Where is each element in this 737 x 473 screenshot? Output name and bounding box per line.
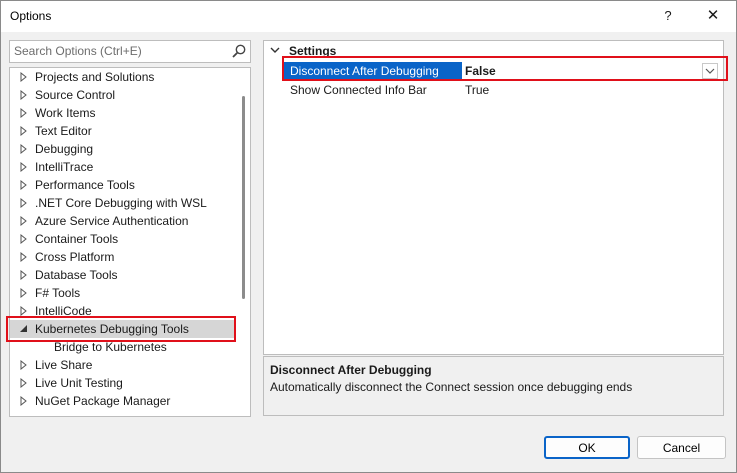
search-icon[interactable] xyxy=(231,43,247,59)
tree-item[interactable]: Database Tools xyxy=(10,266,236,284)
collapsed-triangle-icon[interactable] xyxy=(19,252,29,262)
property-grid: Settings Disconnect After Debugging Fals… xyxy=(263,40,724,355)
tree-item[interactable]: Source Control xyxy=(10,86,236,104)
tree-item-label: Text Editor xyxy=(35,124,92,138)
tree-item[interactable]: Performance Tools xyxy=(10,176,236,194)
collapsed-triangle-icon[interactable] xyxy=(19,288,29,298)
window-title: Options xyxy=(10,9,52,23)
tree-item-label: IntelliTrace xyxy=(35,160,94,174)
highlight-box-setting xyxy=(282,56,728,81)
collapsed-triangle-icon[interactable] xyxy=(19,234,29,244)
tree-item[interactable]: Debugging xyxy=(10,140,236,158)
search-input[interactable] xyxy=(10,41,224,60)
collapsed-triangle-icon[interactable] xyxy=(19,90,29,100)
tree-item[interactable]: Azure Service Authentication xyxy=(10,212,236,230)
title-bar: Options ? ✕ xyxy=(1,1,736,32)
tree-scrollbar[interactable] xyxy=(239,68,249,414)
tree-item[interactable]: IntelliTrace xyxy=(10,158,236,176)
tree-item[interactable]: Live Unit Testing xyxy=(10,374,236,392)
collapsed-triangle-icon[interactable] xyxy=(19,216,29,226)
options-tree: NuGet Package Manager Live Unit Testing Li… xyxy=(9,67,251,417)
description-title: Disconnect After Debugging xyxy=(270,363,432,377)
property-row-infobar[interactable]: Show Connected Info Bar True xyxy=(284,81,722,99)
tree-item[interactable]: Live Share xyxy=(10,356,236,374)
collapsed-triangle-icon[interactable] xyxy=(19,180,29,190)
collapse-chevron-icon[interactable] xyxy=(269,45,281,55)
tree-item-label: Container Tools xyxy=(35,232,119,246)
property-value[interactable]: True xyxy=(465,81,722,99)
close-button[interactable]: ✕ xyxy=(700,5,726,27)
tree-item-label: NuGet Package Manager xyxy=(35,394,171,408)
tree-item-label: .NET Core Debugging with WSL xyxy=(35,196,207,210)
ok-button[interactable]: OK xyxy=(544,436,630,459)
tree-item[interactable]: NuGet Package Manager xyxy=(10,392,236,410)
tree-item-label: Bridge to Kubernetes xyxy=(54,340,167,354)
tree-item-label: Projects and Solutions xyxy=(35,70,155,84)
tree-item-label: Cross Platform xyxy=(35,250,115,264)
tree-item[interactable]: Cross Platform xyxy=(10,248,236,266)
collapsed-triangle-icon[interactable] xyxy=(19,126,29,136)
tree-item[interactable]: F# Tools xyxy=(10,284,236,302)
tree-item-label: Database Tools xyxy=(35,268,118,282)
collapsed-triangle-icon[interactable] xyxy=(19,270,29,280)
collapsed-triangle-icon[interactable] xyxy=(19,72,29,82)
description-text: Automatically disconnect the Connect ses… xyxy=(270,380,633,394)
options-dialog: Options ? ✕ NuGet Package Manager Live Un… xyxy=(0,0,737,473)
help-button[interactable]: ? xyxy=(656,5,680,27)
tree-item-label: Performance Tools xyxy=(35,178,135,192)
tree-item-label: Source Control xyxy=(35,88,116,102)
collapsed-triangle-icon[interactable] xyxy=(19,378,29,388)
collapsed-triangle-icon[interactable] xyxy=(19,162,29,172)
collapsed-triangle-icon[interactable] xyxy=(19,108,29,118)
tree-item-label: Work Items xyxy=(35,106,96,120)
highlight-box-tree xyxy=(6,316,236,342)
tree-item-label: F# Tools xyxy=(35,286,81,300)
tree-item[interactable]: Text Editor xyxy=(10,122,236,140)
collapsed-triangle-icon[interactable] xyxy=(19,360,29,370)
search-box[interactable] xyxy=(9,40,251,63)
collapsed-triangle-icon[interactable] xyxy=(19,306,29,316)
tree-item-label: Debugging xyxy=(35,142,94,156)
description-panel: Disconnect After Debugging Automatically… xyxy=(263,356,724,416)
tree-item-label: Live Share xyxy=(35,358,93,372)
tree-item-label: Live Unit Testing xyxy=(35,376,123,390)
tree-item-label: Azure Service Authentication xyxy=(35,214,189,228)
collapsed-triangle-icon[interactable] xyxy=(19,198,29,208)
tree-item[interactable]: Work Items xyxy=(10,104,236,122)
collapsed-triangle-icon[interactable] xyxy=(19,144,29,154)
property-name: Show Connected Info Bar xyxy=(290,83,427,97)
tree-item[interactable]: Projects and Solutions xyxy=(10,68,236,86)
tree-item[interactable]: Container Tools xyxy=(10,230,236,248)
scrollbar-thumb[interactable] xyxy=(242,96,245,299)
tree-item[interactable]: .NET Core Debugging with WSL xyxy=(10,194,236,212)
collapsed-triangle-icon[interactable] xyxy=(19,396,29,406)
cancel-button[interactable]: Cancel xyxy=(637,436,726,459)
